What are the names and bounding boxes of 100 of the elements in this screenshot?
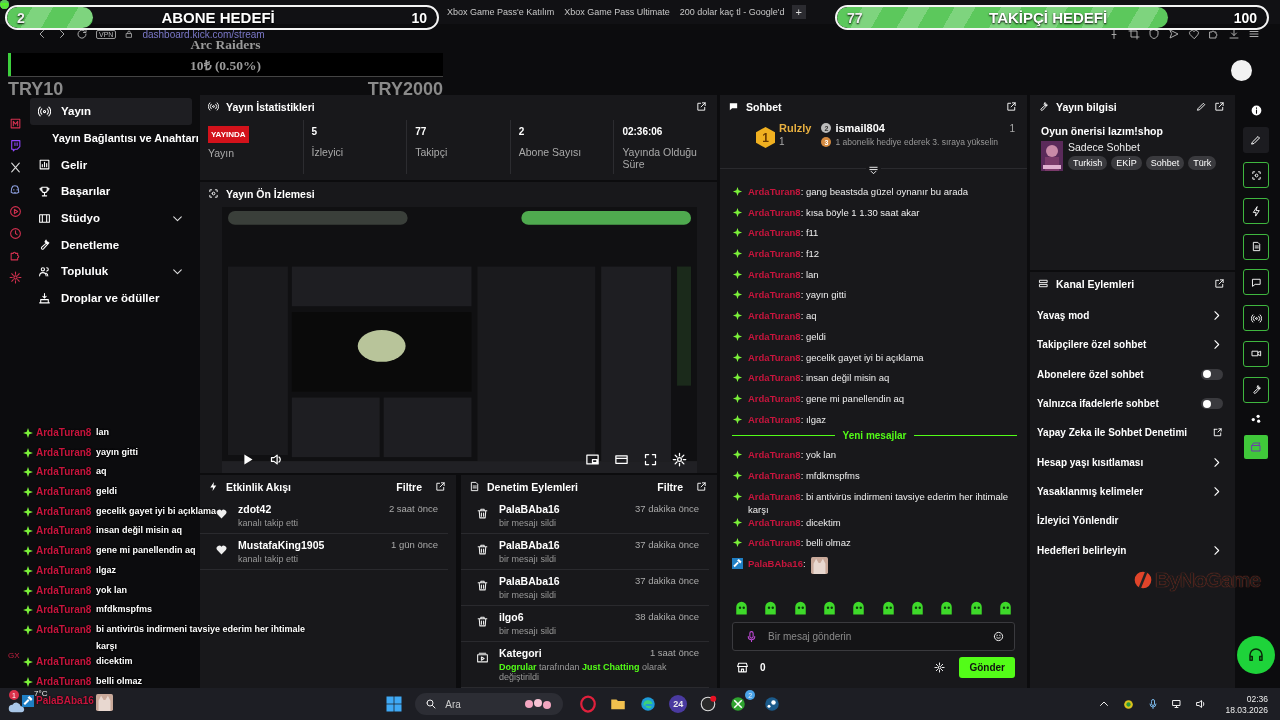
action-time: 37 dakika önce [635, 539, 699, 551]
channel-action[interactable]: Takipçilere özel sohbet [1037, 339, 1147, 351]
wrench-button[interactable] [1243, 376, 1269, 403]
emote-icon[interactable] [763, 601, 779, 616]
nav-item[interactable]: Denetleme [30, 231, 192, 259]
popout-icon[interactable] [1214, 278, 1225, 289]
tag[interactable]: Türk [1188, 156, 1217, 170]
browser-tab[interactable]: Xbox Game Pass Ultimate [561, 7, 673, 17]
popout-icon[interactable] [696, 101, 707, 112]
channel-action[interactable]: Yavaş mod [1037, 310, 1090, 322]
shield-icon[interactable] [1148, 28, 1160, 40]
broadcast-button[interactable] [1243, 305, 1269, 332]
channel-action[interactable]: İzleyici Yönlendir [1037, 515, 1119, 527]
network-icon[interactable] [1171, 698, 1184, 710]
support-button[interactable] [1237, 636, 1275, 674]
nav-item[interactable]: Başarılar [30, 178, 192, 205]
volume-icon[interactable] [269, 452, 284, 467]
toggle-switch[interactable] [1201, 368, 1223, 380]
dots-icon[interactable] [1249, 412, 1263, 426]
edit-button[interactable] [1243, 126, 1269, 153]
clock-icon[interactable] [8, 227, 22, 240]
emoji-icon[interactable] [993, 631, 1004, 642]
message-input[interactable]: Bir mesaj gönderin [732, 622, 1015, 651]
address-field[interactable]: dashboard.kick.com/stream [142, 28, 265, 40]
send-icon[interactable] [1168, 28, 1180, 40]
chat-button[interactable] [1243, 269, 1269, 296]
channel-action[interactable]: Yapay Zeka ile Sohbet Denetimi [1037, 427, 1188, 439]
taskbar-search[interactable]: Ara [415, 693, 564, 715]
emote-icon[interactable] [734, 601, 749, 616]
info-icon[interactable] [1249, 104, 1263, 117]
new-tab-button[interactable]: + [791, 5, 806, 19]
theatre-icon[interactable] [614, 452, 629, 467]
puzzle-icon[interactable] [1208, 28, 1220, 40]
nav-item[interactable]: Droplar ve ödüller [30, 284, 192, 312]
tray-app-icon[interactable] [1122, 697, 1136, 711]
sparkle-badge-icon [732, 372, 743, 384]
microphone-icon[interactable] [745, 630, 758, 643]
x-logo-icon[interactable] [8, 161, 22, 174]
edit-icon[interactable] [1196, 101, 1207, 112]
emote-icon[interactable] [792, 601, 808, 616]
cloud-icon[interactable] [8, 701, 26, 713]
m-logo-icon[interactable] [8, 117, 22, 130]
crop-icon[interactable] [1128, 28, 1140, 40]
pin-icon[interactable] [1108, 28, 1120, 40]
popout-icon[interactable] [1006, 101, 1017, 112]
heart-icon[interactable] [1188, 28, 1200, 40]
edge-icon[interactable] [639, 695, 658, 713]
windows-icon[interactable] [385, 695, 404, 713]
channel-action[interactable]: Yasaklanmış kelimeler [1037, 485, 1144, 497]
browser-tab[interactable]: 200 dolar kaç tl - Google'd [676, 7, 788, 17]
filter-button[interactable]: Filtre [651, 480, 689, 493]
emote-icon[interactable] [997, 601, 1013, 616]
tag[interactable]: Turkish [1068, 156, 1108, 170]
record-icon[interactable] [699, 695, 718, 713]
volume-icon[interactable] [1195, 698, 1208, 710]
emote-icon[interactable] [880, 601, 896, 616]
calendar-app-icon[interactable]: 24 [669, 695, 688, 713]
nav-item[interactable]: Topluluk [30, 258, 192, 285]
pip-icon[interactable] [585, 452, 600, 467]
emote-icon[interactable] [939, 601, 955, 616]
fullscreen-icon[interactable] [643, 452, 658, 467]
popout-icon[interactable] [435, 481, 446, 492]
nav-item[interactable]: Stüdyo [30, 204, 192, 232]
twitch-logo-icon[interactable] [8, 139, 22, 152]
discord-logo-icon[interactable] [8, 183, 22, 196]
nav-subitem[interactable]: Yayın Bağlantısı ve Anahtarı [30, 124, 200, 152]
browser-tab[interactable]: Xbox Game Pass'e Katılım [444, 7, 558, 17]
emote-icon[interactable] [822, 601, 837, 616]
toggle-switch[interactable] [1201, 398, 1223, 410]
tag[interactable]: EKİP [1111, 156, 1142, 170]
emote-icon[interactable] [968, 601, 984, 616]
clapper-button[interactable] [1244, 434, 1268, 459]
emote-icon[interactable] [909, 601, 925, 616]
steam-icon[interactable] [763, 695, 782, 713]
channel-action[interactable]: Abonelere özel sohbet [1037, 368, 1144, 380]
opera-icon[interactable] [579, 695, 598, 713]
avatar[interactable] [1231, 60, 1252, 81]
emote-icon[interactable] [851, 601, 867, 616]
nav-item[interactable]: Gelir [30, 151, 192, 179]
document-button[interactable] [1243, 233, 1269, 260]
lightning-button[interactable] [1243, 198, 1269, 225]
chat-username: ArdaTuran8 [36, 563, 93, 577]
filter-button[interactable]: Filtre [390, 480, 428, 493]
reload-icon[interactable] [76, 28, 88, 40]
popout-icon[interactable] [696, 481, 707, 492]
microphone-icon[interactable] [1147, 698, 1160, 710]
channel-action[interactable]: Hesap yaşı kısıtlaması [1037, 456, 1144, 468]
popout-icon[interactable] [1214, 101, 1225, 112]
xbox-icon[interactable] [729, 695, 748, 713]
menu-icon[interactable] [1248, 28, 1260, 40]
screenshot-button[interactable] [1243, 162, 1269, 189]
camera-button[interactable] [1243, 340, 1269, 367]
download-icon[interactable] [1228, 28, 1240, 40]
store-icon[interactable] [736, 661, 749, 674]
send-button[interactable]: Gönder [959, 657, 1015, 678]
external-link-icon[interactable] [1212, 427, 1223, 439]
channel-action[interactable]: Yalnızca ifadelerle sohbet [1037, 398, 1159, 410]
tag[interactable]: Sohbet [1145, 156, 1185, 170]
nav-item[interactable]: Yayın [30, 98, 192, 125]
channel-action[interactable]: Hedefleri belirleyin [1037, 544, 1127, 556]
